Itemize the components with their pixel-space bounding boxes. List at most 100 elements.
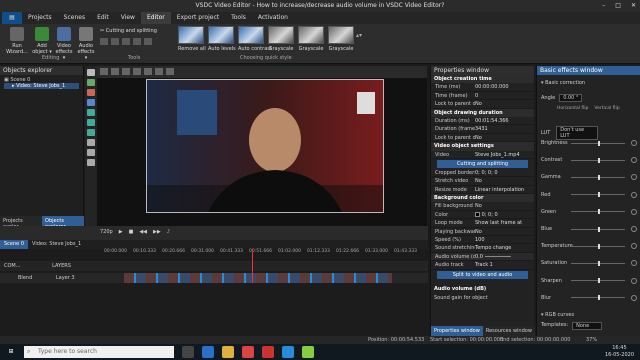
prop-value[interactable]: 100 — [475, 236, 534, 243]
text-icon[interactable] — [87, 139, 95, 146]
prop-value[interactable]: 00:01:54.366 — [475, 117, 534, 124]
reset-icon[interactable] — [631, 294, 637, 301]
split-video-audio-button[interactable]: Split to video and audio — [437, 270, 528, 279]
shape-icon[interactable] — [87, 109, 95, 116]
prop-color[interactable]: Color 0; 0; 0 — [431, 211, 534, 220]
circle-icon[interactable] — [87, 119, 95, 126]
windows-start-icon[interactable]: ⊞ — [4, 345, 18, 359]
add-object-button[interactable]: Add object ▾ — [32, 27, 52, 55]
maximize-icon[interactable]: □ — [615, 0, 621, 12]
slider-temperature[interactable]: Temperature — [541, 241, 637, 251]
play-icon[interactable]: ▶ — [119, 229, 123, 235]
effect-grayscale-3[interactable]: Grayscale — [328, 26, 354, 54]
prop-playing-backwards[interactable]: Playing backwardsNo — [431, 228, 534, 237]
menu-editor[interactable]: Editor — [140, 12, 171, 24]
audio-object-icon[interactable] — [87, 99, 95, 106]
reset-icon[interactable] — [631, 191, 637, 198]
slider-track[interactable] — [571, 295, 625, 301]
slider-green[interactable]: Green — [541, 207, 637, 217]
chrome-icon[interactable] — [242, 346, 254, 358]
run-wizard-button[interactable]: Run Wizard... — [6, 27, 28, 55]
slider-gamma[interactable]: Gamma — [541, 172, 637, 182]
grid-icon[interactable] — [111, 68, 119, 75]
slider-knob[interactable] — [598, 140, 600, 146]
slider-track[interactable] — [571, 140, 625, 146]
stop-icon[interactable]: ■ — [129, 229, 134, 235]
slider-sharpen[interactable]: Sharpen — [541, 276, 637, 286]
reset-icon[interactable] — [631, 277, 637, 284]
prop-value[interactable]: No — [475, 100, 534, 107]
prop-time-ms[interactable]: Time (ms) 00:00:00.000 — [431, 83, 534, 92]
reset-icon[interactable] — [631, 208, 637, 215]
effects-scroll-icon[interactable]: ▴▾ — [356, 32, 362, 39]
reset-icon[interactable] — [631, 157, 637, 164]
slider-blue[interactable]: Blue — [541, 224, 637, 234]
taskbar-clock[interactable]: 16:45 16-05-2020 — [605, 345, 634, 359]
vertical-flip-toggle[interactable]: Vertical flip — [594, 106, 619, 111]
section-video-settings[interactable]: Video object settings — [431, 142, 534, 151]
audio-volume-value[interactable]: 0.0 — [475, 254, 483, 260]
prop-duration-ms[interactable]: Duration (ms) 00:01:54.366 — [431, 117, 534, 126]
slider-knob[interactable] — [598, 243, 600, 249]
section-background-color[interactable]: Background color — [431, 194, 534, 203]
slider-track[interactable] — [571, 192, 625, 198]
menu-projects[interactable]: Projects — [22, 12, 58, 24]
effect-grayscale-2[interactable]: Grayscale — [298, 26, 324, 54]
slider-knob[interactable] — [598, 260, 600, 266]
close-icon[interactable]: ✕ — [631, 0, 636, 12]
volume-icon[interactable]: ♪ — [167, 229, 170, 235]
tab-properties-window[interactable]: Properties window — [431, 326, 483, 336]
tab-video-object[interactable]: Video: Steve Jobs_1 — [28, 240, 85, 249]
prop-value[interactable]: 0 — [475, 92, 534, 99]
prop-audio-track[interactable]: Audio track Track 1 — [431, 261, 534, 270]
slider-knob[interactable] — [598, 174, 600, 180]
menu-export-project[interactable]: Export project — [171, 12, 225, 24]
basic-correction-header[interactable]: ▾ Basic correction — [541, 80, 585, 86]
app-icon-2[interactable] — [302, 346, 314, 358]
cutting-splitting-button[interactable]: ✂ Cutting and splitting — [100, 28, 157, 34]
undo-icon[interactable] — [155, 68, 163, 75]
file-menu-button[interactable]: ▤ — [2, 12, 22, 24]
reset-icon[interactable] — [631, 140, 637, 146]
horizontal-flip-toggle[interactable]: Horizontal flip — [557, 106, 588, 111]
flip-icon[interactable] — [122, 38, 130, 45]
edge-icon[interactable] — [202, 346, 214, 358]
slider-knob[interactable] — [598, 157, 600, 163]
prop-value[interactable]: No — [475, 202, 534, 209]
reset-icon[interactable] — [631, 243, 637, 250]
prop-value[interactable]: 0; 0; 0 — [475, 211, 534, 218]
prop-value[interactable]: Tempo change — [475, 244, 534, 251]
prop-lock-parent[interactable]: Lock to parent du No — [431, 100, 534, 109]
slider-track[interactable] — [571, 260, 625, 266]
prop-value[interactable]: 00:00:00.000 — [475, 83, 534, 90]
tab-projects-explorer[interactable]: Projects explor... — [0, 216, 42, 230]
crop-icon[interactable] — [100, 38, 108, 45]
slider-brightness[interactable]: Brightness — [541, 138, 637, 148]
templates-select[interactable]: None — [572, 322, 603, 330]
menu-activation[interactable]: Activation — [252, 12, 294, 24]
prop-value[interactable]: Show last frame at — [475, 219, 534, 226]
app-icon[interactable] — [262, 346, 274, 358]
rgb-curves-header[interactable]: ▾ RGB curves — [541, 312, 574, 318]
effect-auto-levels[interactable]: Auto levels — [208, 26, 236, 54]
split-icon[interactable] — [133, 38, 141, 45]
minimize-icon[interactable]: – — [602, 0, 605, 12]
align-icon[interactable] — [100, 68, 108, 75]
menu-view[interactable]: View — [115, 12, 141, 24]
reset-icon[interactable] — [631, 226, 637, 232]
slider-knob[interactable] — [598, 209, 600, 215]
resolution-select[interactable]: 720p — [100, 229, 113, 235]
slider-contrast[interactable]: Contrast — [541, 155, 637, 165]
zoom-in-icon[interactable] — [122, 68, 130, 75]
taskbar-search-box[interactable]: ⌕ Type here to search — [24, 346, 174, 358]
pointer-icon[interactable] — [87, 69, 95, 76]
slider-track[interactable] — [571, 243, 625, 249]
prop-lock-parent-2[interactable]: Lock to parent du No — [431, 134, 534, 143]
prop-value[interactable]: 0; 0; 0; 0 — [475, 169, 534, 176]
slider-knob[interactable] — [598, 192, 600, 198]
vsdc-icon[interactable] — [282, 346, 294, 358]
angle-input[interactable]: 0.00 ° — [559, 94, 583, 102]
slider-track[interactable] — [571, 174, 625, 180]
menu-tools[interactable]: Tools — [225, 12, 252, 24]
prop-value[interactable]: Linear interpolation — [475, 186, 534, 193]
